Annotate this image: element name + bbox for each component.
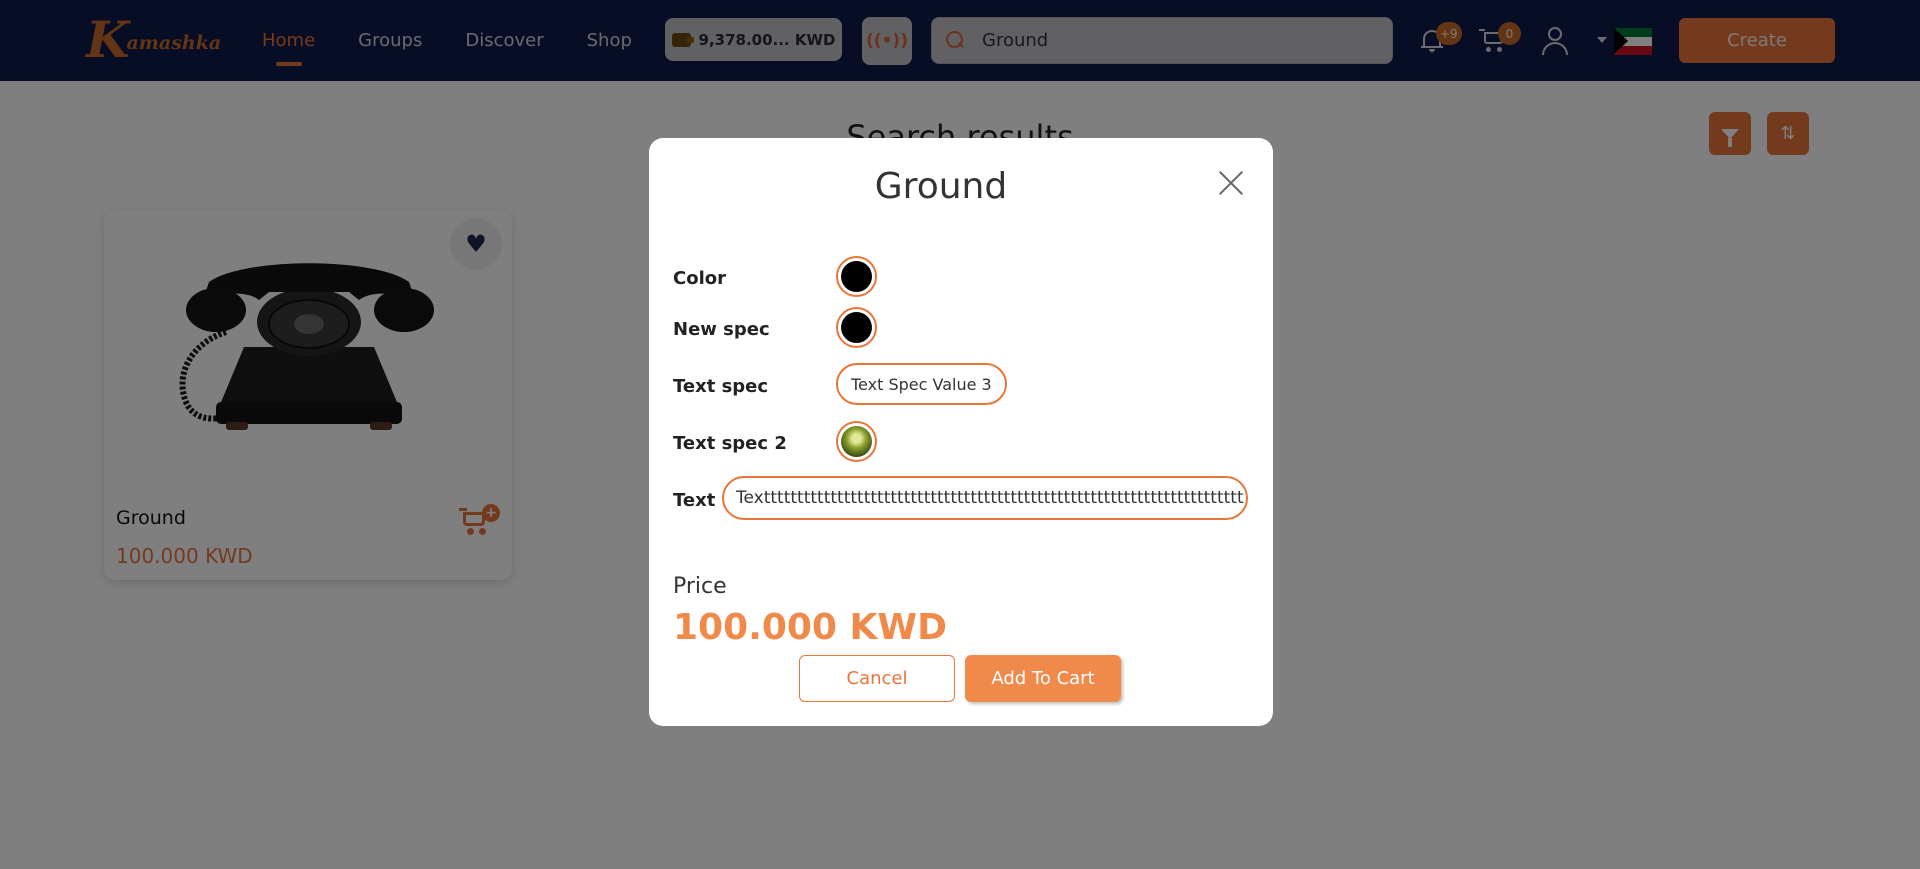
price-value: 100.000 KWD bbox=[673, 607, 947, 648]
modal-title: Ground bbox=[874, 166, 1008, 207]
color-swatch-black[interactable] bbox=[836, 256, 877, 297]
product-options-modal: Ground Color New spec Text spec Text Spe… bbox=[649, 138, 1273, 726]
new-spec-swatch-black[interactable] bbox=[836, 307, 877, 348]
image-swatch-thumbnail bbox=[841, 426, 872, 457]
price-label: Price bbox=[673, 574, 727, 599]
spec-label-text: Text bbox=[673, 490, 716, 511]
add-to-cart-button[interactable]: Add To Cart bbox=[965, 655, 1121, 702]
close-icon[interactable] bbox=[1217, 169, 1245, 197]
text-spec-input[interactable]: Texttttttttttttttttttttttttttttttttttttt… bbox=[722, 476, 1248, 520]
spec-label-new-spec: New spec bbox=[673, 319, 770, 340]
spec-label-color: Color bbox=[673, 268, 726, 289]
spec-label-text-spec: Text spec bbox=[673, 376, 769, 397]
cancel-button[interactable]: Cancel bbox=[799, 655, 955, 702]
text-spec-option[interactable]: Text Spec Value 3 bbox=[836, 363, 1007, 405]
swatch-fill bbox=[841, 312, 872, 343]
spec-label-text-spec-2: Text spec 2 bbox=[673, 433, 787, 454]
swatch-fill bbox=[841, 261, 872, 292]
text-spec-2-image-swatch[interactable] bbox=[836, 421, 877, 462]
